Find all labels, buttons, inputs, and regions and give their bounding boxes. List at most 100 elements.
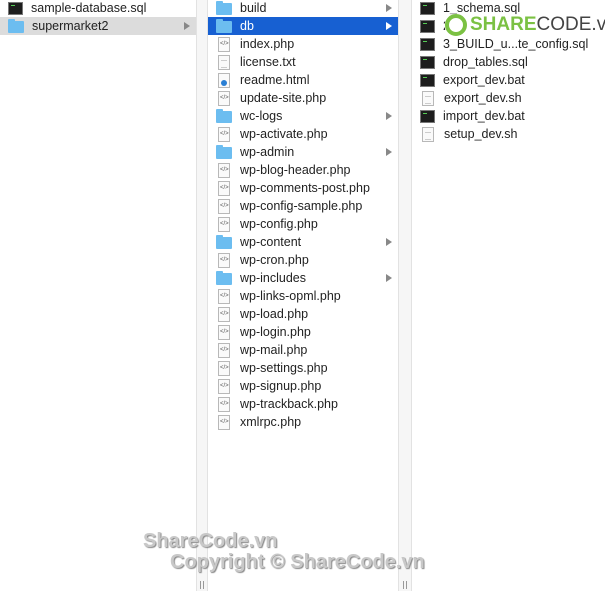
- file-item[interactable]: wp-mail.php: [208, 341, 398, 359]
- item-label: wc-logs: [240, 109, 283, 123]
- resize-grip[interactable]: [200, 581, 204, 589]
- code-file-icon: [218, 180, 230, 196]
- file-item[interactable]: xmlrpc.php: [208, 413, 398, 431]
- column-3: 1_schema.sql23_BUILD_u...te_config.sqldr…: [412, 0, 605, 591]
- item-label: 1_schema.sql: [443, 1, 521, 15]
- file-item[interactable]: wp-activate.php: [208, 125, 398, 143]
- column-2: build db index.php license.txt readme.html up…: [208, 0, 398, 591]
- folder-icon: [216, 18, 232, 33]
- folder-item[interactable]: wc-logs: [208, 107, 398, 125]
- code-file-icon: [218, 288, 230, 304]
- item-label: wp-mail.php: [240, 343, 308, 357]
- file-item[interactable]: license.txt: [208, 53, 398, 71]
- code-file-icon: [218, 324, 230, 340]
- folder-item[interactable]: db: [208, 17, 398, 35]
- code-file-icon: [218, 360, 230, 376]
- text-file-icon: [422, 90, 434, 106]
- folder-item[interactable]: wp-includes: [208, 269, 398, 287]
- file-item[interactable]: wp-settings.php: [208, 359, 398, 377]
- folder-item[interactable]: supermarket2: [0, 17, 196, 35]
- item-label: xmlrpc.php: [240, 415, 302, 429]
- resize-grip[interactable]: [403, 581, 407, 589]
- disclosure-arrow-icon: [386, 274, 392, 282]
- item-label: export_dev.sh: [444, 91, 522, 105]
- text-file-icon: [218, 54, 230, 70]
- logo-mark-icon: [445, 14, 467, 36]
- code-file-icon: [218, 90, 230, 106]
- folder-icon: [8, 18, 24, 33]
- watermark-copyright: Copyright © ShareCode.vn: [170, 551, 425, 573]
- file-item[interactable]: setup_dev.sh: [412, 125, 605, 143]
- file-item[interactable]: update-site.php: [208, 89, 398, 107]
- item-label: readme.html: [240, 73, 310, 87]
- file-item[interactable]: export_dev.bat: [412, 71, 605, 89]
- item-label: drop_tables.sql: [443, 55, 528, 69]
- file-item[interactable]: import_dev.bat: [412, 107, 605, 125]
- file-item[interactable]: wp-trackback.php: [208, 395, 398, 413]
- file-item[interactable]: export_dev.sh: [412, 89, 605, 107]
- file-item[interactable]: wp-cron.php: [208, 251, 398, 269]
- item-label: setup_dev.sh: [444, 127, 518, 141]
- file-item[interactable]: drop_tables.sql: [412, 53, 605, 71]
- file-item[interactable]: 3_BUILD_u...te_config.sql: [412, 35, 605, 53]
- code-file-icon: [218, 36, 230, 52]
- item-label: wp-settings.php: [240, 361, 328, 375]
- folder-item[interactable]: wp-content: [208, 233, 398, 251]
- logo-text: CODE.vn: [536, 14, 605, 35]
- code-file-icon: [218, 126, 230, 142]
- terminal-file-icon: [420, 19, 435, 33]
- terminal-file-icon: [420, 37, 435, 51]
- item-label: wp-admin: [240, 145, 295, 159]
- file-item[interactable]: wp-comments-post.php: [208, 179, 398, 197]
- code-file-icon: [218, 306, 230, 322]
- file-item[interactable]: wp-load.php: [208, 305, 398, 323]
- item-label: wp-activate.php: [240, 127, 328, 141]
- file-item[interactable]: wp-config-sample.php: [208, 197, 398, 215]
- disclosure-arrow-icon: [386, 112, 392, 120]
- item-label: sample-database.sql: [31, 1, 147, 15]
- file-item[interactable]: sample-database.sql: [0, 0, 196, 17]
- folder-icon: [216, 234, 232, 249]
- item-label: wp-load.php: [240, 307, 309, 321]
- item-label: license.txt: [240, 55, 296, 69]
- code-file-icon: [218, 198, 230, 214]
- item-label: wp-cron.php: [240, 253, 309, 267]
- item-label: wp-config.php: [240, 217, 318, 231]
- item-label: 3_BUILD_u...te_config.sql: [443, 37, 589, 51]
- terminal-file-icon: [420, 1, 435, 15]
- terminal-file-icon: [8, 1, 23, 15]
- terminal-file-icon: [420, 109, 435, 123]
- code-file-icon: [218, 396, 230, 412]
- folder-icon: [216, 108, 232, 123]
- disclosure-arrow-icon: [386, 4, 392, 12]
- file-item[interactable]: index.php: [208, 35, 398, 53]
- file-item[interactable]: wp-blog-header.php: [208, 161, 398, 179]
- folder-item[interactable]: wp-admin: [208, 143, 398, 161]
- sharecode-logo: SHARECODE.vn: [445, 14, 605, 36]
- item-label: wp-config-sample.php: [240, 199, 363, 213]
- folder-icon: [216, 270, 232, 285]
- logo-text: SHARE: [470, 14, 537, 35]
- file-item[interactable]: wp-links-opml.php: [208, 287, 398, 305]
- column-resizer[interactable]: [398, 0, 412, 591]
- item-label: wp-links-opml.php: [240, 289, 341, 303]
- code-file-icon: [218, 216, 230, 232]
- code-file-icon: [218, 252, 230, 268]
- terminal-file-icon: [420, 55, 435, 69]
- terminal-file-icon: [420, 73, 435, 87]
- disclosure-arrow-icon: [184, 22, 190, 30]
- file-item[interactable]: wp-config.php: [208, 215, 398, 233]
- item-label: wp-blog-header.php: [240, 163, 351, 177]
- column-resizer[interactable]: [196, 0, 208, 591]
- folder-item[interactable]: build: [208, 0, 398, 17]
- code-file-icon: [218, 162, 230, 178]
- file-item[interactable]: readme.html: [208, 71, 398, 89]
- item-label: update-site.php: [240, 91, 327, 105]
- item-label: export_dev.bat: [443, 73, 525, 87]
- item-label: wp-signup.php: [240, 379, 322, 393]
- file-item[interactable]: wp-signup.php: [208, 377, 398, 395]
- html-file-icon: [218, 72, 230, 88]
- watermark-text: ShareCode.vn: [143, 530, 278, 552]
- file-item[interactable]: wp-login.php: [208, 323, 398, 341]
- item-label: wp-content: [240, 235, 302, 249]
